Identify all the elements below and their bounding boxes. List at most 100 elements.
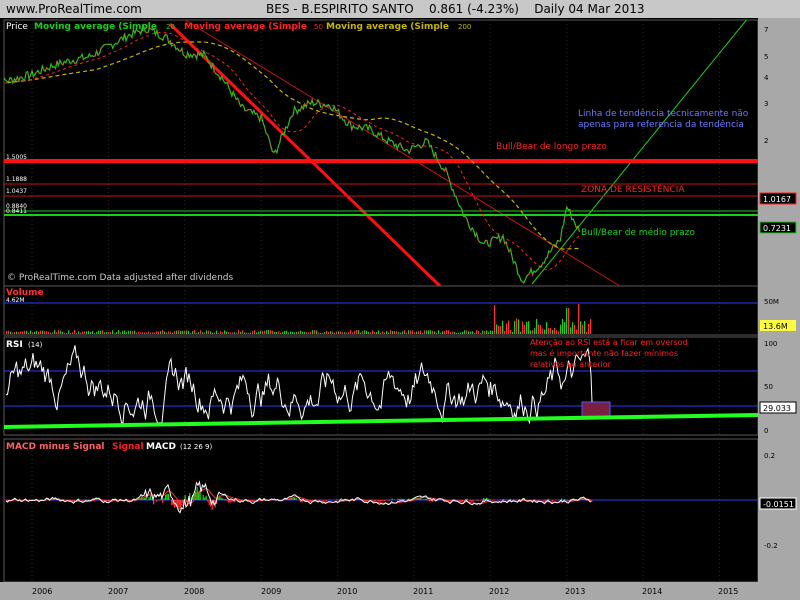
volume-bar [86,331,88,334]
volume-bar [584,320,586,334]
volume-bar [58,330,60,334]
volume-bar [282,332,284,334]
volume-bar [306,332,308,334]
volume-bar [310,331,312,334]
volume-bar [494,305,496,334]
macd-hist-bar [174,500,176,508]
volume-bar [466,330,468,334]
volume-bar [406,332,408,334]
volume-bar [92,331,94,334]
volume-bar [272,330,274,334]
volume-bar [152,332,154,334]
volume-bar [520,331,522,334]
volume-bar [366,330,368,334]
stock-chart[interactable]: 2006 2007 2008 2009 2010 2011 2012 2013 … [0,18,800,600]
volume-bar [150,332,152,334]
macd-params: (12 26 9) [180,443,212,451]
volume-bar [286,330,288,334]
volume-bar [516,318,518,334]
macd-hist-bar [220,497,222,500]
volume-bar [262,330,264,334]
macd-hist-bar [169,499,171,500]
macd-hist-bar [469,500,471,502]
volume-bar [226,331,228,334]
volume-bar [294,332,296,334]
volume-bar [290,331,292,334]
volume-bar [322,332,324,334]
volume-bar [146,332,148,334]
volume-bar [326,330,328,334]
macd-hist-bar [88,499,90,500]
title-bar: www.ProRealTime.com BES - B.ESPIRITO SAN… [0,0,800,18]
volume-bar [568,308,570,334]
x-label-2013: 2013 [565,587,585,596]
macd-hist-bar [231,500,233,502]
volume-bar [346,332,348,334]
volume-bar [488,332,490,334]
level-label-1: 1.5005 [6,154,27,161]
volume-bar [112,330,114,334]
volume-bar [562,318,564,334]
volume-bar [274,331,276,334]
volume-bar [138,331,140,334]
volume-bar [162,330,164,334]
price-box-2-value: 0.7231 [763,224,791,233]
volume-bar [28,332,30,334]
volume-bar [130,330,132,334]
rsi-period: (14) [28,341,43,349]
volume-bar [64,332,66,334]
volume-bar [20,331,22,334]
x-label-2006: 2006 [32,587,52,596]
macd-hist-bar [109,500,111,501]
volume-bar [24,330,26,334]
volume-bar [220,331,222,334]
price-legend: Price Moving average (Simple 20 Moving a… [6,22,471,32]
rsi-label: RSI [6,340,23,350]
site-name[interactable]: www.ProRealTime.com [6,0,142,18]
legend-ma50: Moving average (Simple [184,22,307,32]
volume-bar [426,330,428,334]
instrument-name: BES - B.ESPIRITO SANTO [266,2,414,16]
volume-bar [208,330,210,334]
rsi-tick-0: 0 [764,427,768,435]
volume-bar [6,330,8,334]
volume-bar [82,331,84,334]
volume-box-value: 13.6M [763,322,788,331]
x-label-2015: 2015 [718,587,738,596]
volume-bar [410,330,412,334]
volume-bar [110,332,112,334]
macd-hist-bar [229,500,231,503]
level-label-3: 1.0437 [6,188,27,195]
volume-panel [3,285,759,336]
volume-bar [18,332,20,334]
x-label-2010: 2010 [337,587,357,596]
macd-hist-bar [226,500,228,502]
macd-hist-bar [142,498,144,500]
macd-hist-bar [186,500,188,503]
volume-bar [132,331,134,334]
volume-bar [340,331,342,334]
x-label-2011: 2011 [413,587,433,596]
volume-bar [324,332,326,334]
volume-bar [300,330,302,334]
macd-hist-bar [493,500,495,501]
volume-bar [100,330,102,334]
rsi-note-1: Atenção ao RSI está a ficar em oversod [530,338,688,347]
x-label-2009: 2009 [261,587,281,596]
volume-bar [514,320,516,334]
macd-hist-bar [472,500,474,502]
macd-hist-bar [199,490,201,500]
volume-bar [246,332,248,334]
macd-hist-bar [501,500,503,501]
macd-hist-bar [543,500,545,501]
macd-hist-bar [423,499,425,500]
volume-bar [16,331,18,334]
macd-hist-bar [321,500,323,501]
volume-bar [176,330,178,334]
macd-hist-bar [375,500,377,501]
macd-hist-bar [463,500,465,501]
volume-bar [496,324,498,334]
volume-bar [314,330,316,334]
volume-bar [12,332,14,334]
volume-bar [90,332,92,334]
